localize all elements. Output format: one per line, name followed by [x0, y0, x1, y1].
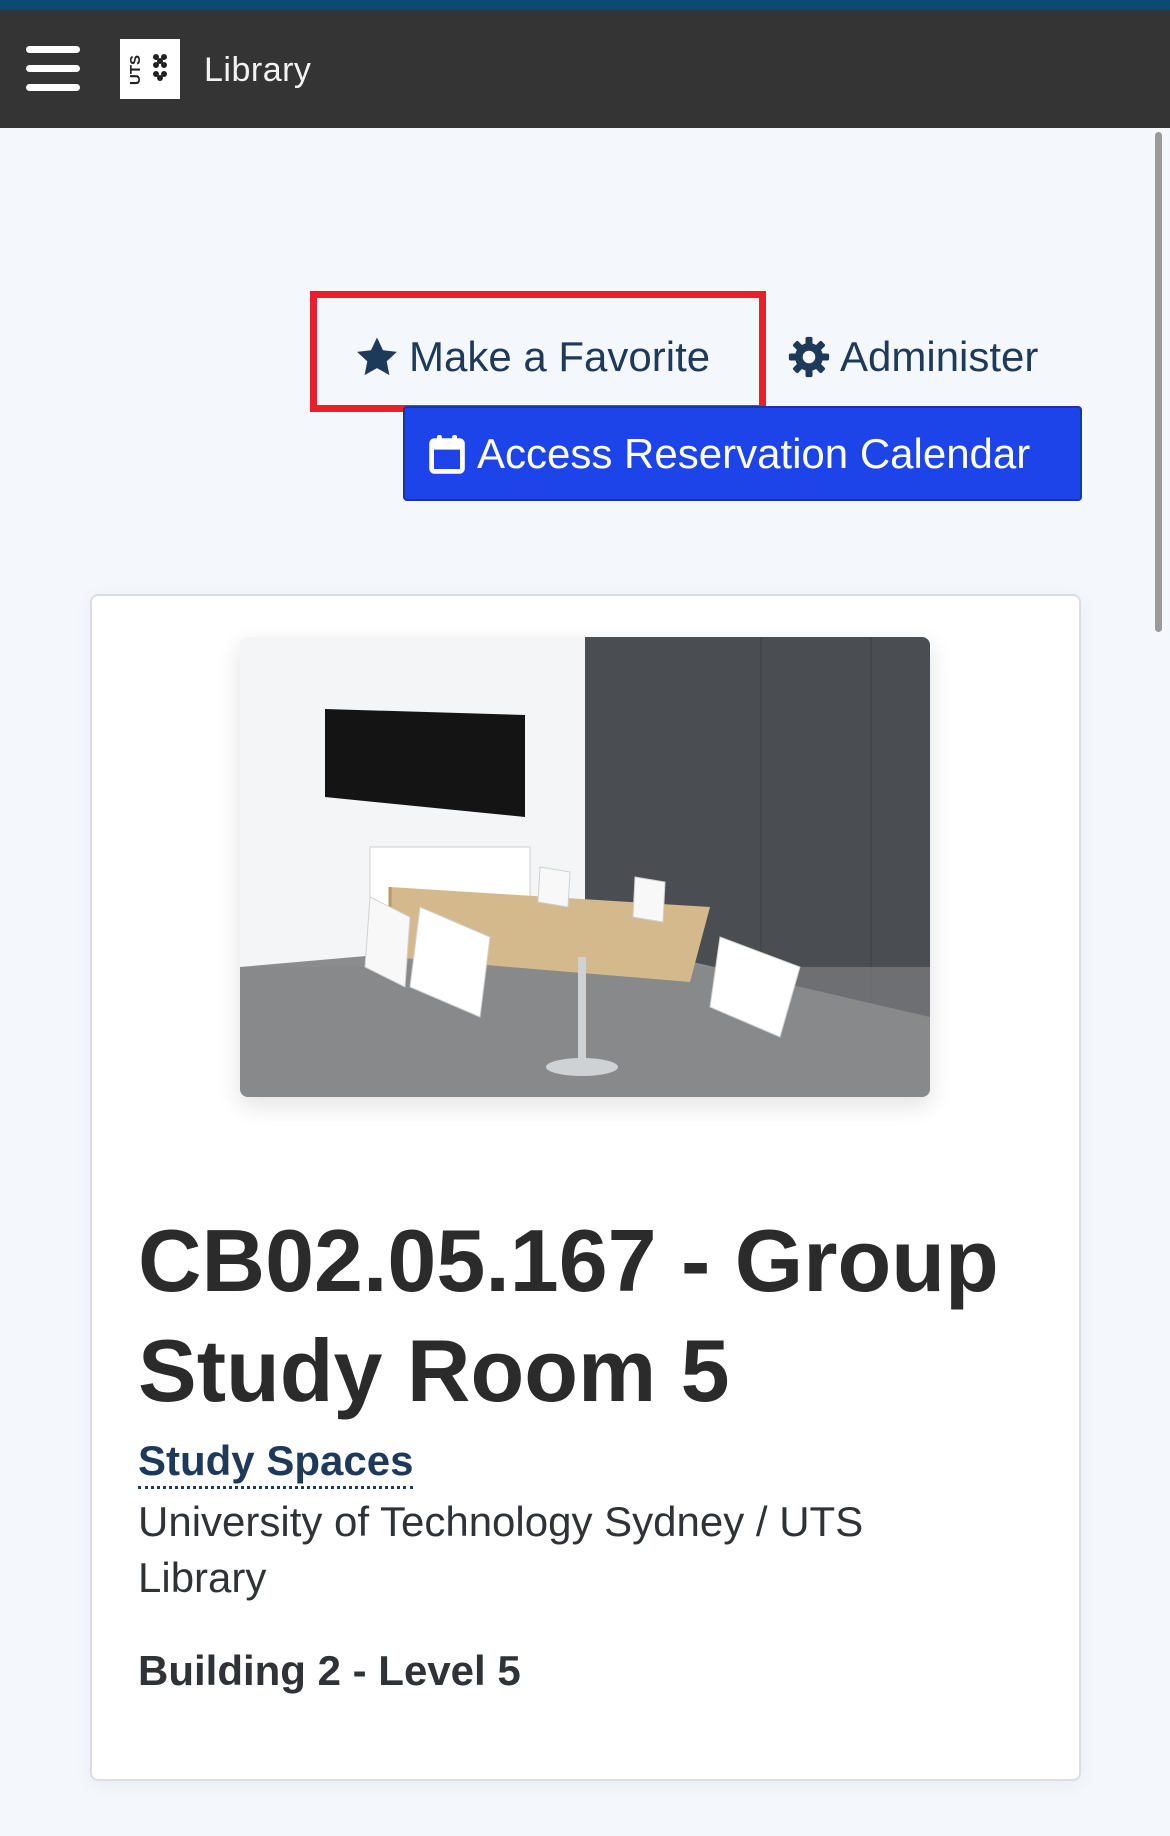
study-spaces-link[interactable]: Study Spaces — [138, 1436, 414, 1489]
calendar-button-label: Access Reservation Calendar — [477, 429, 1031, 477]
room-building: Building 2 - Level 5 — [138, 1647, 521, 1694]
top-navbar: UTS Library — [0, 10, 1170, 128]
administer-link[interactable]: Administer — [788, 332, 1038, 382]
svg-text:UTS: UTS — [127, 55, 144, 85]
make-favorite-link[interactable]: Make a Favorite — [355, 332, 710, 382]
gear-icon — [788, 336, 830, 378]
room-location: University of Technology Sydney / UTS Li… — [138, 1498, 864, 1601]
calendar-icon — [429, 434, 465, 474]
make-favorite-label: Make a Favorite — [409, 333, 711, 380]
group-study-room-photo[interactable] — [240, 637, 930, 1097]
scrollbar-thumb[interactable] — [1155, 132, 1162, 632]
uts-logo[interactable]: UTS — [120, 39, 180, 99]
hamburger-menu-icon[interactable] — [26, 46, 80, 92]
star-icon — [357, 337, 397, 376]
navbar-brand[interactable]: Library — [204, 50, 311, 90]
administer-label: Administer — [840, 333, 1039, 380]
room-title: CB02.05.167 - Group Study Room 5 — [138, 1211, 999, 1420]
top-accent-bar — [0, 0, 1170, 10]
access-reservation-calendar-button[interactable]: Access Reservation Calendar — [403, 406, 1082, 501]
room-card: CB02.05.167 - Group Study Room 5 Study S… — [90, 594, 1081, 1781]
